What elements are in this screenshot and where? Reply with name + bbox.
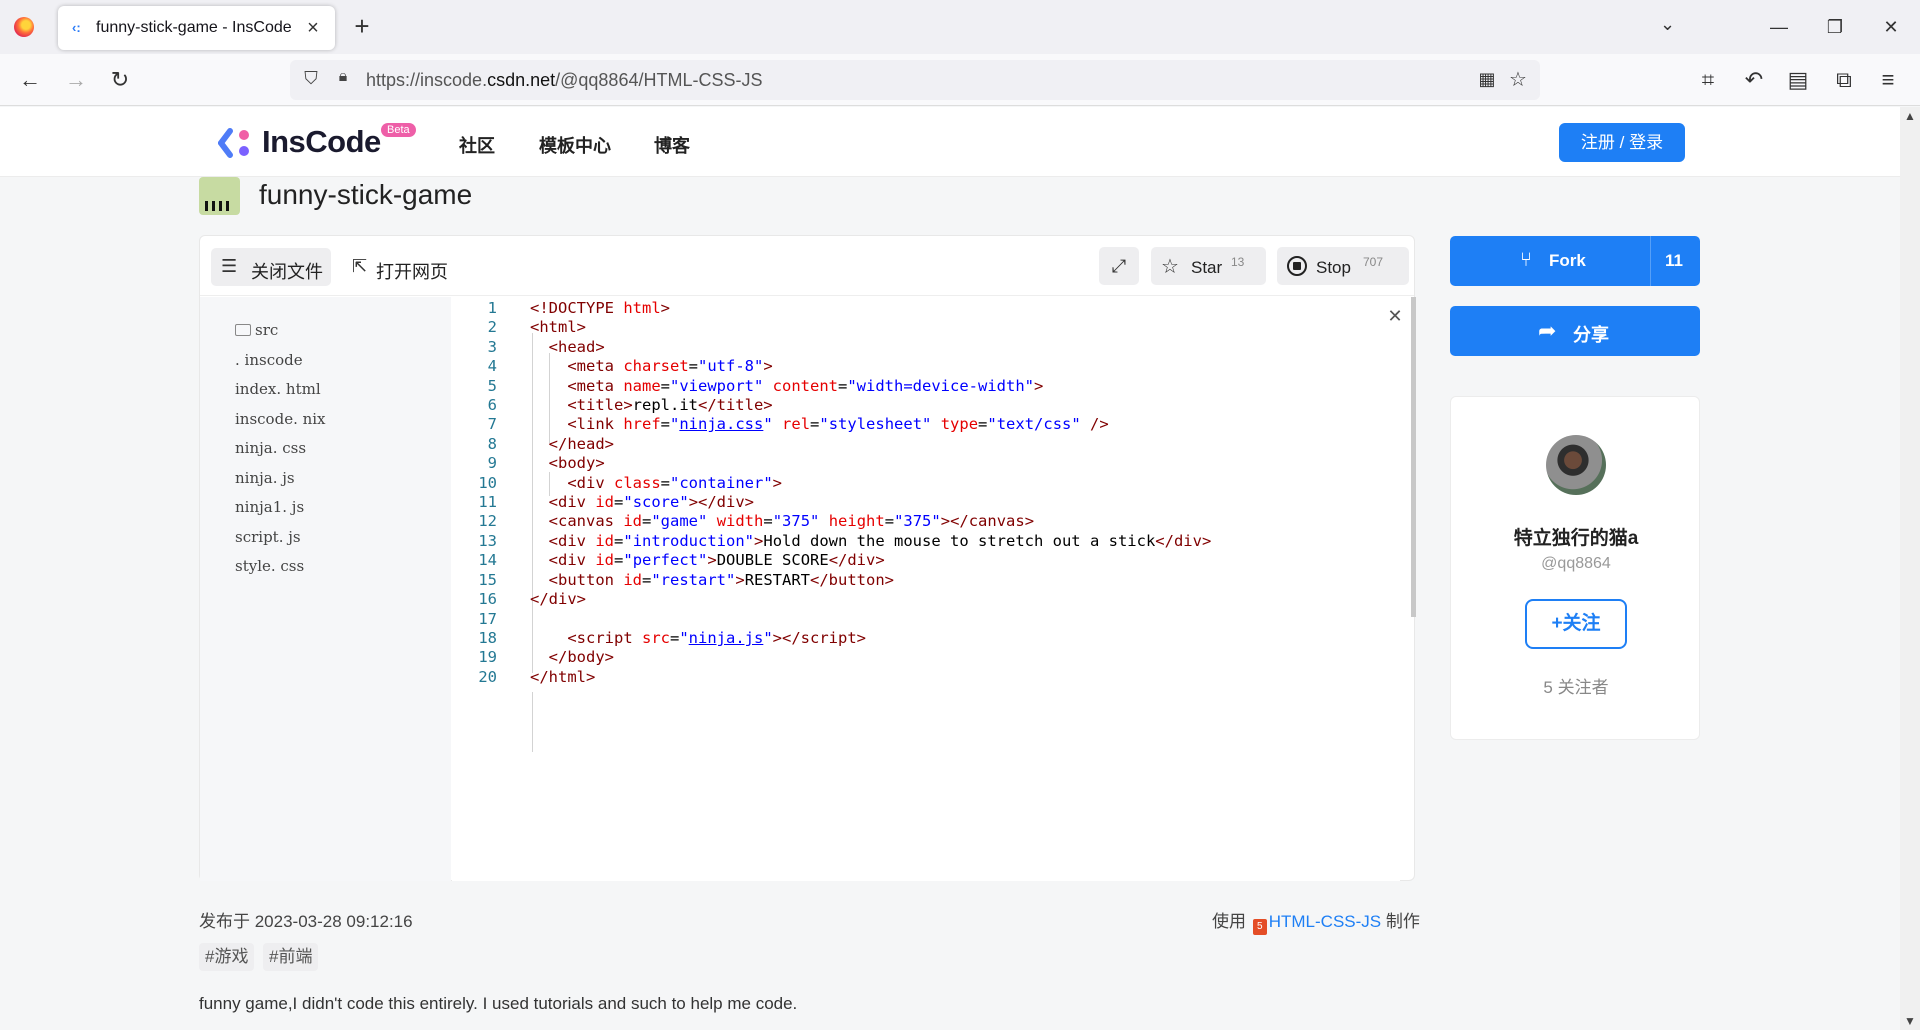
template-link[interactable]: HTML-CSS-JS: [1269, 912, 1381, 931]
folder-src[interactable]: src: [235, 321, 278, 339]
login-button[interactable]: 注册 / 登录: [1559, 123, 1685, 162]
editor-scrollbar[interactable]: [1411, 297, 1416, 617]
list-icon: ☰: [221, 256, 238, 276]
inscode-favicon-icon: ‹:: [72, 20, 81, 35]
close-tab-icon[interactable]: ×: [301, 16, 325, 40]
file-item[interactable]: style. css: [235, 557, 304, 575]
project-icon: [199, 177, 240, 215]
close-window-icon[interactable]: ✕: [1876, 12, 1906, 42]
fork-button[interactable]: ⑂ Fork 11: [1450, 236, 1700, 286]
follower-count: 5 关注者: [1543, 678, 1609, 697]
code-line: 20 </html>: [478, 668, 596, 686]
publish-date: 发布于 2023-03-28 09:12:16: [199, 912, 413, 931]
url-text[interactable]: https://inscode.csdn.net/@qq8864/HTML-CS…: [366, 70, 762, 91]
file-item[interactable]: index. html: [235, 380, 321, 398]
star-button[interactable]: ☆ Star 13: [1151, 247, 1266, 285]
follow-button[interactable]: +关注: [1525, 599, 1627, 649]
logo-text[interactable]: InsCode: [262, 124, 381, 160]
lock-icon[interactable]: 🔒︎: [332, 68, 354, 92]
menu-blog[interactable]: 博客: [654, 132, 690, 158]
scroll-down-icon[interactable]: ▼: [1904, 1014, 1916, 1028]
file-item[interactable]: . inscode: [235, 351, 303, 369]
project-title: funny-stick-game: [259, 179, 473, 210]
star-icon: ☆: [1161, 256, 1179, 278]
share-button[interactable]: ➦ 分享: [1450, 306, 1700, 356]
menu-templates[interactable]: 模板中心: [539, 132, 611, 158]
editor-toolbar: ☰ 关闭文件 ⇱ 打开网页 ⤢ ☆ Star 13 Stop 707: [200, 236, 1414, 296]
file-item[interactable]: script. js: [235, 528, 301, 546]
close-editor-icon[interactable]: ✕: [1383, 304, 1407, 328]
fork-count: 11: [1665, 251, 1683, 270]
fork-icon: ⑂: [1520, 249, 1532, 271]
qr-code-icon[interactable]: ▦: [1476, 69, 1498, 91]
code-view[interactable]: 1 <!DOCTYPE html> 2 <html> 3 <head> 4 <met…: [452, 297, 1400, 881]
extensions-icon[interactable]: ⧉: [1828, 64, 1860, 96]
external-link-icon: ⇱: [352, 256, 368, 276]
screenshot-icon[interactable]: ⌗: [1692, 64, 1724, 96]
new-tab-icon[interactable]: +: [348, 12, 376, 40]
folder-icon: [235, 324, 251, 336]
browser-tabbar: ‹: funny-stick-game - InsCode × + ⌄ — ❐ …: [0, 0, 1920, 54]
undo-icon[interactable]: ↶: [1738, 64, 1770, 96]
forward-icon[interactable]: →: [60, 64, 92, 96]
star-count: 13: [1231, 255, 1245, 269]
site-header: InsCode Beta 社区 模板中心 博客 注册 / 登录: [0, 107, 1900, 177]
author-handle: @qq8864: [1541, 555, 1611, 572]
address-bar[interactable]: ⛉ 🔒︎ https://inscode.csdn.net/@qq8864/HT…: [290, 60, 1540, 100]
file-item[interactable]: ninja1. js: [235, 498, 304, 516]
tag-frontend[interactable]: #前端: [263, 943, 319, 971]
plus-icon: +: [1551, 613, 1563, 634]
avatar[interactable]: [1546, 435, 1606, 495]
html5-icon: 5: [1252, 919, 1267, 935]
run-count: 707: [1363, 255, 1384, 269]
page-scrollbar[interactable]: ▲ ▼: [1900, 107, 1920, 1030]
author-name[interactable]: 特立独行的猫a: [1451, 523, 1701, 550]
minimize-icon[interactable]: —: [1764, 12, 1794, 42]
bookmark-star-icon[interactable]: ☆: [1506, 67, 1530, 91]
menu-community[interactable]: 社区: [459, 132, 495, 158]
file-item[interactable]: ninja. css: [235, 439, 306, 457]
firefox-icon[interactable]: [14, 17, 34, 37]
browser-navbar: ← → ↻ ⛉ 🔒︎ https://inscode.csdn.net/@qq8…: [0, 54, 1920, 106]
file-item[interactable]: inscode. nix: [235, 410, 326, 428]
project-description: funny game,I didn't code this entirely. …: [199, 994, 798, 1013]
expand-icon[interactable]: ⤢: [1099, 247, 1139, 285]
code-editor-panel: ☰ 关闭文件 ⇱ 打开网页 ⤢ ☆ Star 13 Stop 707 src .…: [199, 235, 1416, 881]
reader-icon[interactable]: ▤: [1782, 64, 1814, 96]
menu-icon[interactable]: ≡: [1872, 64, 1904, 96]
author-card: 特立独行的猫a @qq8864 +关注 5 关注者: [1450, 396, 1700, 740]
restore-icon[interactable]: ❐: [1820, 12, 1850, 42]
back-icon[interactable]: ←: [14, 64, 46, 96]
beta-badge: Beta: [381, 123, 416, 137]
scroll-up-icon[interactable]: ▲: [1904, 109, 1916, 123]
tag-game[interactable]: #游戏: [199, 943, 255, 971]
stop-button[interactable]: Stop 707: [1277, 247, 1409, 285]
file-item[interactable]: ninja. js: [235, 469, 295, 487]
reload-icon[interactable]: ↻: [104, 64, 136, 96]
stop-icon: [1287, 256, 1307, 276]
shield-icon[interactable]: ⛉: [300, 68, 322, 92]
file-tree: src . inscode index. html inscode. nix n…: [200, 297, 451, 881]
inscode-logo-icon[interactable]: [218, 127, 252, 159]
tab-title: funny-stick-game - InsCode: [96, 19, 292, 36]
chevron-down-icon[interactable]: ⌄: [1660, 14, 1675, 35]
close-files-button[interactable]: ☰ 关闭文件: [211, 248, 331, 286]
share-icon: ➦: [1538, 318, 1557, 343]
page-content: InsCode Beta 社区 模板中心 博客 注册 / 登录 funny-st…: [0, 107, 1900, 1030]
browser-tab[interactable]: ‹: funny-stick-game - InsCode ×: [58, 6, 335, 50]
made-with: 使用 5 HTML-CSS-JS 制作: [1212, 907, 1420, 935]
